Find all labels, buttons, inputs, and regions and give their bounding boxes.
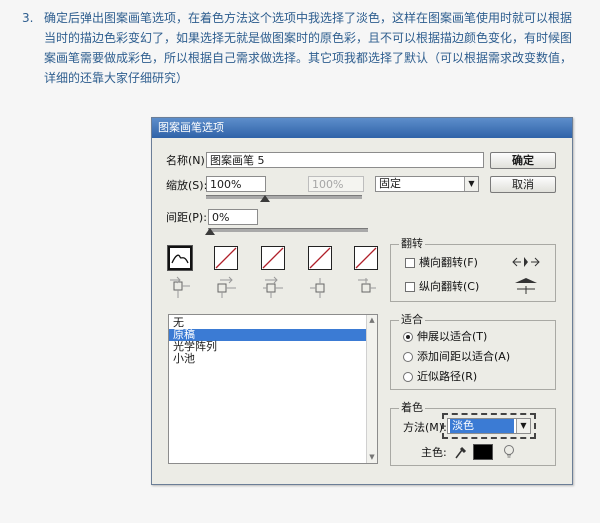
scale-slider-track[interactable] [206,195,362,199]
flip-group: 翻转 横向翻转(F) 纵向翻转(C) [390,237,556,302]
eyedropper-icon[interactable] [453,444,467,460]
name-label: 名称(N): [166,154,209,167]
method-label: 方法(M): [403,421,447,434]
fit-group: 适合 伸展以适合(T) 添加间距以适合(A) 近似路径(R) [390,313,556,390]
scale-slider-thumb[interactable] [260,195,270,202]
scroll-up-icon[interactable]: ▲ [367,316,377,325]
scale-field[interactable]: 100% [206,176,266,192]
list-item[interactable]: 无 [169,317,377,329]
tutorial-paragraph: 3. 确定后弹出图案画笔选项，在着色方法这个选项中我选择了淡色，这样在图案画笔使… [22,8,582,88]
list-scrollbar[interactable]: ▲ ▼ [366,315,377,463]
slash-icon [355,247,377,269]
tile-outer-corner[interactable] [214,246,238,270]
spacing-slider-track[interactable] [208,228,368,232]
fit-add-space-label: 添加间距以适合(A) [417,350,511,363]
end-tile-icon [358,278,376,293]
tile-pattern-list[interactable]: 无 原稿 光学阵列 小池 ▲ ▼ [168,314,378,464]
key-color-label: 主色: [421,446,447,459]
fit-title: 适合 [399,313,425,327]
spacing-label: 间距(P): [166,211,207,224]
tile-start[interactable] [308,246,332,270]
chevron-down-icon: ▼ [464,177,478,191]
tip-bulb-icon[interactable] [503,444,515,460]
chevron-down-icon: ▼ [516,419,530,433]
flip-vertical-icon [515,278,537,294]
scroll-down-icon[interactable]: ▼ [367,453,377,462]
scale-max-field: 100% [308,176,364,192]
flip-horizontal-icon [512,257,540,267]
colorization-title: 着色 [399,401,425,415]
colorization-group: 着色 方法(M): 淡色 ▼ 主色: [390,401,556,466]
dialog-title: 图案画笔选项 [152,118,572,138]
slash-icon [262,247,284,269]
tile-side[interactable] [168,246,192,270]
pattern-brush-options-dialog: 图案画笔选项 名称(N): 图案画笔 5 确定 缩放(S): 100% 100%… [151,117,573,485]
step-number: 3. [22,11,34,25]
tile-end[interactable] [354,246,378,270]
tutorial-text: 确定后弹出图案画笔选项，在着色方法这个选项中我选择了淡色，这样在图案画笔使用时就… [44,11,573,85]
outer-corner-tile-icon [217,276,236,298]
fit-stretch-label: 伸展以适合(T) [417,330,488,343]
spacing-field[interactable]: 0% [208,209,258,225]
scale-mode-value: 固定 [379,177,401,190]
spacing-slider-thumb[interactable] [205,228,215,235]
method-select[interactable]: 淡色 ▼ [447,418,531,434]
inner-corner-tile-icon [263,276,283,298]
ok-button[interactable]: 确定 [490,152,556,169]
scale-label: 缩放(S): [166,179,208,192]
flip-horizontal-label: 横向翻转(F) [419,256,478,269]
side-tile-icon [170,276,190,298]
flip-vertical-checkbox[interactable] [405,282,415,292]
method-value: 淡色 [450,419,514,433]
flip-title: 翻转 [399,237,425,251]
flip-vertical-label: 纵向翻转(C) [419,280,480,293]
slash-icon [215,247,237,269]
start-tile-icon [310,278,325,298]
name-field[interactable]: 图案画笔 5 [206,152,484,168]
fit-approximate-label: 近似路径(R) [417,370,478,383]
key-color-swatch[interactable] [473,444,493,460]
curve-icon [171,254,189,264]
flip-horizontal-checkbox[interactable] [405,258,415,268]
cancel-button[interactable]: 取消 [490,176,556,193]
list-item[interactable]: 小池 [169,353,377,365]
fit-approximate-radio[interactable] [403,372,413,382]
fit-stretch-radio[interactable] [403,332,413,342]
scale-mode-select[interactable]: 固定 ▼ [375,176,479,192]
list-item[interactable]: 光学阵列 [169,341,377,353]
tile-inner-corner[interactable] [261,246,285,270]
fit-add-space-radio[interactable] [403,352,413,362]
slash-icon [309,247,331,269]
